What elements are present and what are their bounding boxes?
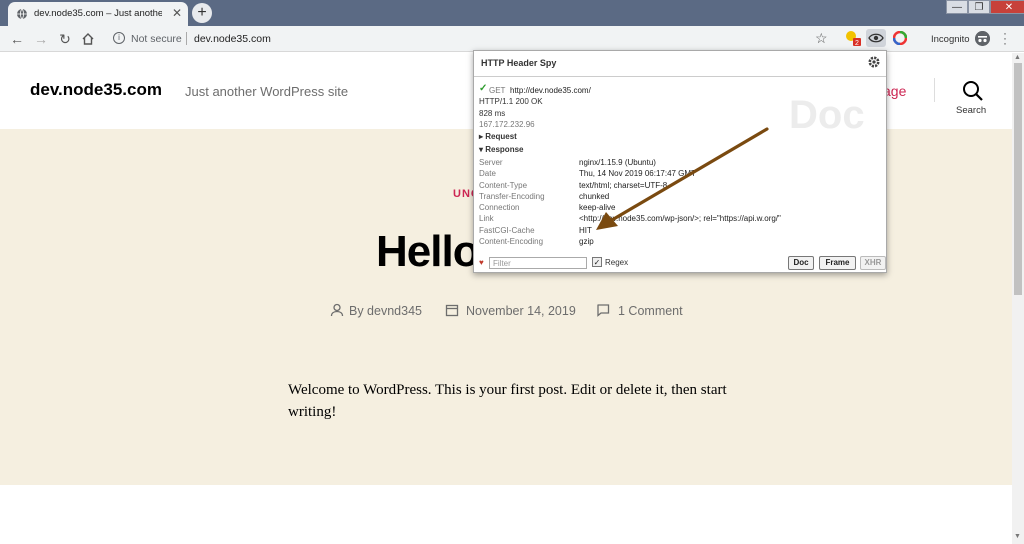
tab-close-icon[interactable]: ✕ [172, 6, 182, 20]
incognito-icon[interactable] [975, 31, 990, 46]
address-bar[interactable]: dev.node35.com [194, 33, 271, 45]
header-value: keep-alive [579, 203, 616, 212]
post-comments-link[interactable]: 1 Comment [618, 304, 683, 318]
request-url[interactable]: http://dev.node35.com/ [510, 86, 591, 95]
header-value: chunked [579, 192, 610, 201]
security-label[interactable]: Not secure [131, 33, 182, 45]
back-icon[interactable]: ← [9, 31, 25, 47]
regex-label: Regex [605, 258, 629, 267]
restore-button[interactable]: ❐ [968, 0, 990, 14]
header-name: Content-Type [479, 181, 528, 190]
extension-badge-count: 2 [855, 40, 859, 46]
header-value: gzip [579, 237, 594, 246]
xhr-filter-button[interactable]: XHR [860, 256, 886, 270]
scroll-up-icon[interactable]: ▲ [1014, 54, 1021, 61]
globe-icon [17, 8, 27, 20]
scroll-down-icon[interactable]: ▼ [1014, 533, 1021, 540]
header-name: Server [479, 158, 503, 167]
reload-icon[interactable]: ↻ [57, 31, 73, 47]
heart-icon[interactable]: ♥ [479, 258, 484, 267]
header-divider [934, 78, 935, 102]
header-value: Thu, 14 Nov 2019 06:17:47 GMT [579, 169, 696, 178]
post-date[interactable]: November 14, 2019 [466, 304, 576, 318]
status-line: HTTP/1.1 200 OK [479, 97, 543, 106]
header-name: Transfer-Encoding [479, 192, 545, 201]
header-value: <http://dev.node35.com/wp-json/>; rel="h… [579, 214, 781, 223]
search-label[interactable]: Search [956, 105, 986, 116]
popup-title: HTTP Header Spy [481, 58, 557, 68]
browser-toolbar: ← → ↻ i Not secure dev.node35.com ☆ 2 In… [0, 26, 1024, 52]
minimize-button[interactable]: — [946, 0, 968, 14]
color-wheel-icon[interactable] [893, 31, 907, 45]
search-icon[interactable] [962, 80, 984, 102]
frame-filter-button[interactable]: Frame [819, 256, 856, 270]
author-icon [330, 303, 344, 317]
window-close-button[interactable]: ✕ [990, 0, 1024, 14]
scrollbar-thumb[interactable] [1014, 63, 1022, 295]
page-scrollbar[interactable]: ▲ ▼ [1012, 53, 1024, 544]
http-header-spy-popup: HTTP Header Spy Doc ✓ GET http://dev.nod… [473, 50, 887, 273]
comment-icon [597, 304, 610, 317]
tab-strip: dev.node35.com – Just another W ✕ + — ❐ … [0, 0, 1024, 26]
tab-title: dev.node35.com – Just another W [34, 8, 162, 19]
page-below-fold [0, 485, 1012, 544]
header-value: nginx/1.15.9 (Ubuntu) [579, 158, 656, 167]
header-value: text/html; charset=UTF-8 [579, 181, 668, 190]
server-ip: 167.172.232.96 [479, 120, 535, 129]
address-separator [186, 32, 187, 45]
request-method: GET [489, 86, 506, 95]
calendar-icon [445, 304, 459, 317]
bookmark-star-icon[interactable]: ☆ [815, 30, 828, 47]
header-name: FastCGI-Cache [479, 226, 535, 235]
filter-input[interactable] [489, 257, 587, 269]
browser-menu-icon[interactable]: · · · [1003, 27, 1009, 49]
post-title: Hello [376, 227, 480, 276]
header-name: Connection [479, 203, 520, 212]
response-time: 828 ms [479, 109, 506, 118]
post-author[interactable]: By devnd345 [349, 304, 422, 318]
site-tagline: Just another WordPress site [185, 84, 349, 99]
eye-icon[interactable] [866, 29, 886, 47]
popup-divider [474, 76, 886, 77]
incognito-label: Incognito [931, 34, 970, 45]
header-name: Date [479, 169, 496, 178]
header-name: Link [479, 214, 494, 223]
site-title[interactable]: dev.node35.com [30, 80, 162, 100]
home-icon[interactable] [81, 32, 95, 46]
header-name: Content-Encoding [479, 237, 544, 246]
response-section-toggle[interactable]: ▾ Response [479, 145, 523, 154]
regex-checkbox[interactable]: ✓ [592, 257, 602, 267]
info-icon[interactable]: i [113, 32, 125, 44]
header-value-fastcgi-cache: HIT [579, 226, 592, 235]
new-tab-button[interactable]: + [192, 3, 212, 23]
post-content: Welcome to WordPress. This is your first… [288, 382, 727, 420]
request-section-toggle[interactable]: ▸ Request [479, 132, 517, 141]
gear-icon[interactable] [867, 55, 881, 69]
success-check-icon: ✓ [479, 83, 488, 94]
extension-bulb-icon[interactable]: 2 [845, 30, 861, 46]
forward-icon[interactable]: → [33, 31, 49, 47]
doc-watermark: Doc [789, 93, 865, 137]
browser-tab[interactable]: dev.node35.com – Just another W ✕ [8, 2, 188, 26]
doc-filter-button[interactable]: Doc [788, 256, 814, 270]
